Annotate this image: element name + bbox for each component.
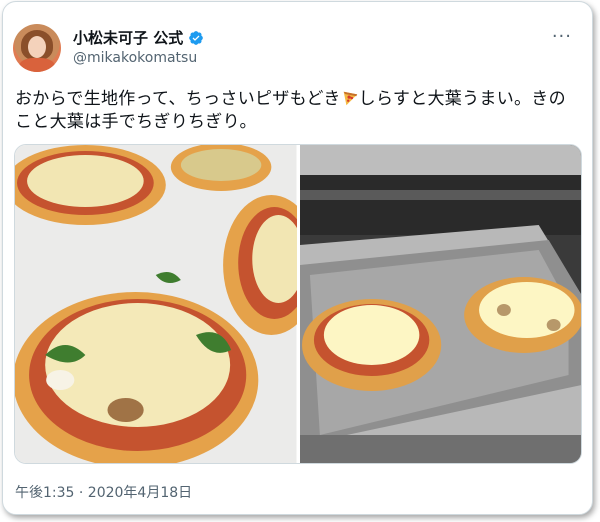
- avatar-face: [28, 36, 46, 58]
- display-name[interactable]: 小松未可子 公式: [73, 27, 183, 48]
- pizza-tray-photo[interactable]: [15, 145, 297, 463]
- tweet-card: 小松未可子 公式 @mikakokomatsu ··· おからで生地作って、ちっ…: [2, 1, 593, 515]
- tweet-text-part-1: おからで生地作って、ちっさいピザもどき: [15, 89, 341, 109]
- toaster-oven-photo[interactable]: [299, 145, 581, 463]
- avatar-body: [19, 58, 55, 72]
- more-options-icon[interactable]: ···: [552, 26, 572, 47]
- media-grid[interactable]: [14, 144, 582, 464]
- avatar[interactable]: [13, 24, 61, 72]
- pizza-emoji-icon: [343, 91, 357, 106]
- name-row: 小松未可子 公式: [73, 27, 204, 48]
- tweet-text: おからで生地作って、ちっさいピザもどき しらすと大葉うまい。きのこと大葉は手でち…: [15, 88, 575, 134]
- verified-badge-icon: [189, 30, 204, 45]
- user-handle[interactable]: @mikakokomatsu: [73, 50, 197, 66]
- tweet-timestamp[interactable]: 午後1:35 · 2020年4月18日: [15, 482, 192, 502]
